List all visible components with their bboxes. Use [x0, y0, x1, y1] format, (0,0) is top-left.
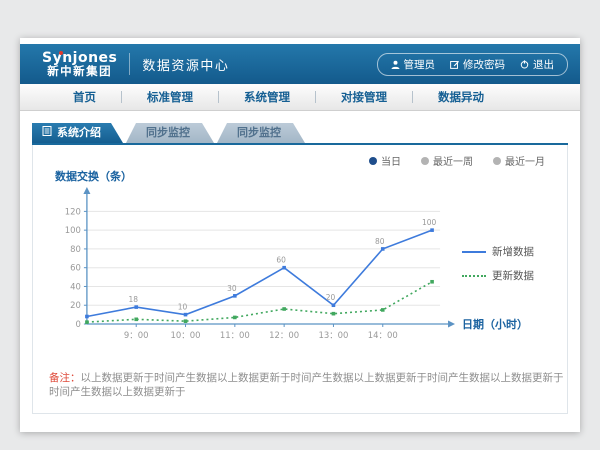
logo-red-dot-icon: [59, 51, 63, 55]
radio-label: 最近一月: [505, 153, 545, 168]
user-toolbar: 管理员 修改密码 退出: [377, 53, 569, 76]
svg-text:120: 120: [65, 206, 81, 216]
tab-label: 系统介绍: [57, 123, 101, 143]
footnote-text: 以上数据更新于时间产生数据以上数据更新于时间产生数据以上数据更新于时间产生数据以…: [49, 372, 564, 398]
y-axis-title: 数据交换（条）: [55, 168, 567, 184]
legend-item-new-data[interactable]: 新增数据: [462, 244, 558, 259]
tab-label: 同步监控: [146, 126, 190, 139]
brand-logo-text-cn: 新中新集团: [42, 65, 117, 77]
nav-item-standard-mgmt[interactable]: 标准管理: [122, 89, 218, 105]
svg-text:80: 80: [70, 244, 81, 254]
svg-text:20: 20: [70, 300, 81, 310]
tab-label: 同步监控: [237, 126, 281, 139]
svg-text:9：00: 9：00: [124, 330, 149, 340]
green-dotted-line-sample-icon: [462, 275, 486, 277]
brand-logo[interactable]: Synjones 新中新集团: [42, 51, 117, 78]
svg-text:18: 18: [128, 295, 138, 304]
svg-text:40: 40: [70, 281, 81, 291]
svg-text:10: 10: [178, 303, 188, 312]
svg-text:0: 0: [76, 319, 81, 329]
period-filter: 当日 最近一周 最近一月: [33, 145, 567, 168]
x-axis-title: 日期（小时）: [462, 316, 558, 332]
radio-unselected-icon: [493, 157, 501, 165]
tab-system-intro[interactable]: 系统介绍: [32, 123, 123, 143]
user-icon: [391, 60, 400, 69]
svg-text:30: 30: [227, 284, 237, 293]
content-area: 系统介绍 同步监控 同步监控 当日 最近一周: [20, 111, 580, 414]
tab-sync-monitor-1[interactable]: 同步监控: [126, 123, 214, 143]
svg-text:13：00: 13：00: [318, 330, 348, 340]
tab-sync-monitor-2[interactable]: 同步监控: [217, 123, 305, 143]
radio-last-week[interactable]: 最近一周: [421, 153, 473, 168]
legend-item-updated-data[interactable]: 更新数据: [462, 268, 558, 283]
app-window: Synjones 新中新集团 数据资源中心 管理员 修改密码: [20, 38, 580, 432]
blue-line-sample-icon: [462, 251, 486, 253]
radio-label: 当日: [381, 153, 401, 168]
user-menu-button[interactable]: 管理员: [391, 57, 436, 72]
legend-label: 新增数据: [492, 244, 534, 259]
svg-text:100: 100: [422, 218, 437, 227]
user-label: 管理员: [404, 57, 436, 72]
power-icon: [520, 60, 529, 69]
chart-panel: 当日 最近一周 最近一月 数据交换（条） 0 20 40 60 80 100 120 9：00…: [32, 145, 568, 414]
app-header: Synjones 新中新集团 数据资源中心 管理员 修改密码: [20, 44, 580, 84]
line-chart: 0 20 40 60 80 100 120 9：00 10：00 11：00 12：00 13：00 1…: [47, 186, 462, 358]
footnote: 备注：以上数据更新于时间产生数据以上数据更新于时间产生数据以上数据更新于时间产生…: [49, 372, 567, 399]
nav-item-home[interactable]: 首页: [48, 89, 121, 105]
change-password-label: 修改密码: [463, 57, 505, 72]
document-icon: [42, 123, 52, 143]
footnote-label: 备注：: [49, 372, 81, 384]
desktop-background: Synjones 新中新集团 数据资源中心 管理员 修改密码: [0, 0, 600, 450]
chart-row: 0 20 40 60 80 100 120 9：00 10：00 11：00 12：00 13：00 1…: [33, 184, 567, 358]
radio-unselected-icon: [421, 157, 429, 165]
tab-bar: 系统介绍 同步监控 同步监控: [32, 123, 568, 145]
radio-last-month[interactable]: 最近一月: [493, 153, 545, 168]
series-legend: 新增数据 更新数据 日期（小时）: [462, 186, 558, 358]
svg-text:20: 20: [326, 293, 336, 302]
logout-label: 退出: [533, 57, 554, 72]
page-title: 数据资源中心: [142, 55, 229, 74]
svg-text:10：00: 10：00: [171, 330, 201, 340]
nav-item-interface-mgmt[interactable]: 对接管理: [316, 89, 412, 105]
svg-text:11：00: 11：00: [220, 330, 250, 340]
brand-logo-text-en: Synjones: [42, 51, 117, 66]
legend-label: 更新数据: [492, 268, 534, 283]
main-nav: 首页 标准管理 系统管理 对接管理 数据异动: [20, 84, 580, 111]
svg-text:60: 60: [276, 256, 286, 265]
nav-item-system-mgmt[interactable]: 系统管理: [219, 89, 315, 105]
svg-text:100: 100: [65, 225, 81, 235]
change-password-button[interactable]: 修改密码: [450, 57, 505, 72]
svg-text:80: 80: [375, 237, 385, 246]
radio-selected-icon: [369, 157, 377, 165]
svg-text:12：00: 12：00: [269, 330, 299, 340]
radio-today[interactable]: 当日: [369, 153, 401, 168]
svg-text:14：00: 14：00: [368, 330, 398, 340]
svg-text:60: 60: [70, 263, 81, 273]
logout-button[interactable]: 退出: [520, 57, 554, 72]
nav-item-data-change[interactable]: 数据异动: [413, 89, 509, 105]
edit-icon: [450, 60, 459, 69]
header-divider: [129, 53, 130, 75]
radio-label: 最近一周: [433, 153, 473, 168]
